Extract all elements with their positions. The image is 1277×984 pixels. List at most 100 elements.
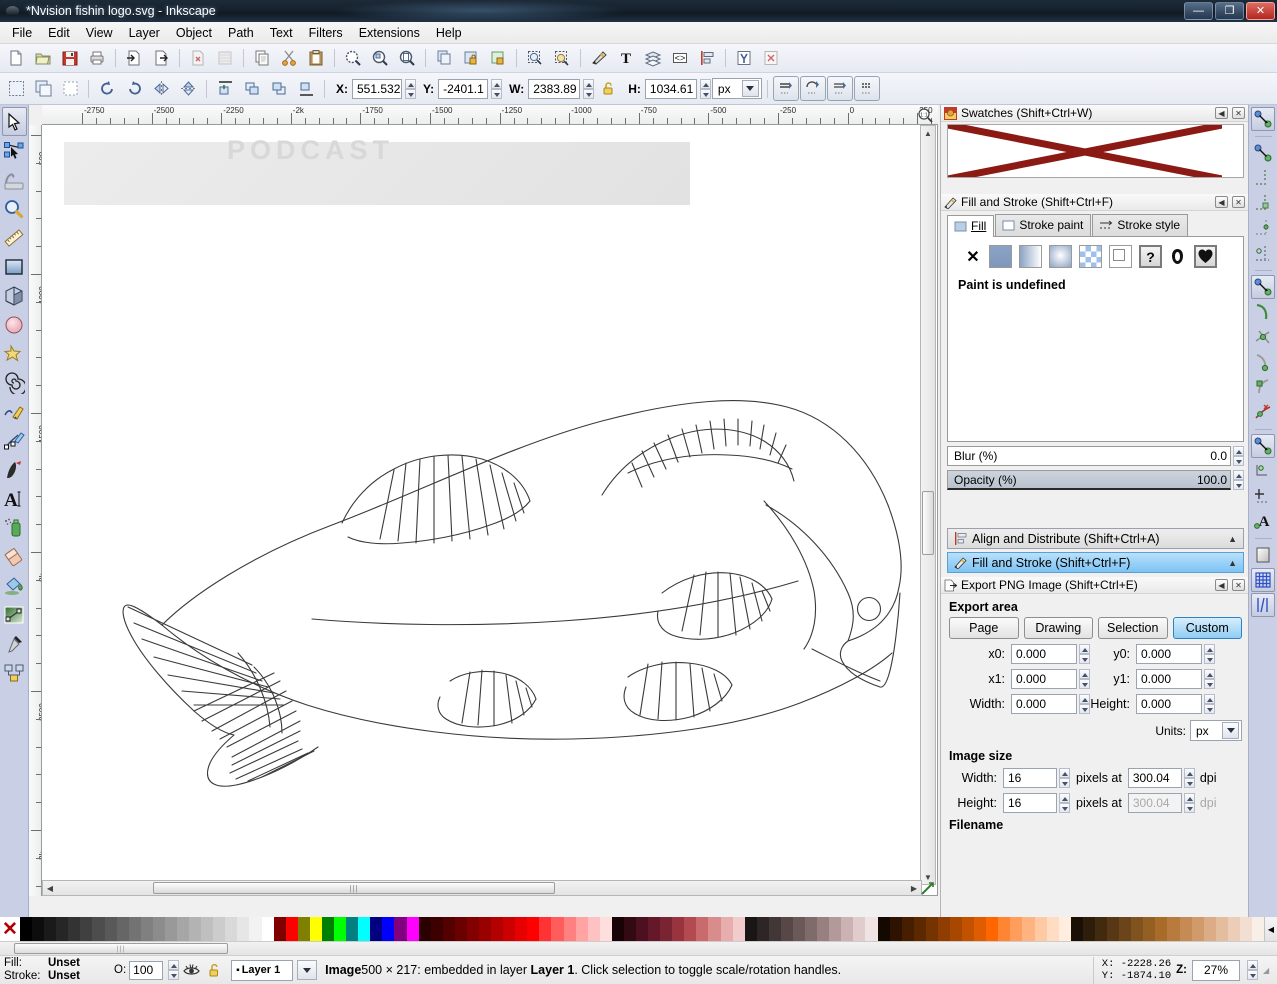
palette-swatch[interactable] xyxy=(599,917,612,941)
palette-swatch[interactable] xyxy=(877,917,890,941)
import-icon[interactable] xyxy=(121,46,147,71)
snap-grid-icon[interactable] xyxy=(1251,568,1275,592)
pencil-tool[interactable] xyxy=(2,397,27,426)
fill-stroke-collapse-button[interactable]: ◀ xyxy=(1215,196,1228,208)
export-height-spinner[interactable] xyxy=(1204,694,1215,714)
units-select[interactable]: px xyxy=(711,78,762,99)
swatch-no-color-preview[interactable] xyxy=(947,124,1244,178)
paint-bucket-tool[interactable] xyxy=(2,571,27,600)
palette-swatch[interactable] xyxy=(20,917,33,941)
export-collapse-button[interactable]: ◀ xyxy=(1215,579,1228,591)
tab-fill[interactable]: Fill xyxy=(947,215,995,237)
resize-grip-icon[interactable]: ◢ xyxy=(1263,966,1273,975)
palette-swatch[interactable] xyxy=(1215,917,1228,941)
text-tool-icon[interactable]: T xyxy=(613,46,639,71)
chevron-up-icon[interactable]: ▲ xyxy=(1228,558,1237,568)
zoom-1to1-icon[interactable]: 1:1 xyxy=(916,106,934,124)
palette-swatch[interactable] xyxy=(321,917,335,941)
snap-object-center-icon[interactable] xyxy=(1251,459,1275,483)
select-all-in-layers-icon[interactable] xyxy=(30,76,56,101)
text-tool[interactable]: A xyxy=(2,484,27,513)
zoom-tool[interactable] xyxy=(2,194,27,223)
palette-swatch[interactable] xyxy=(346,917,359,941)
fill-stroke-icon[interactable] xyxy=(586,46,612,71)
export-x1-input[interactable]: 0.000 xyxy=(1011,669,1077,689)
palette-swatch[interactable] xyxy=(756,917,769,941)
layer-lock-open-icon[interactable] xyxy=(203,962,225,978)
minimize-button[interactable]: — xyxy=(1184,2,1213,20)
undo-icon[interactable] xyxy=(185,46,211,71)
palette-swatch[interactable] xyxy=(817,917,830,941)
flip-vertical-icon[interactable] xyxy=(175,76,201,101)
palette-swatch[interactable] xyxy=(708,917,721,941)
export-height-input[interactable]: 0.000 xyxy=(1136,694,1202,714)
palette-swatch[interactable] xyxy=(273,917,286,941)
affect-rounded-corners-icon[interactable] xyxy=(799,76,826,101)
palette-swatch[interactable] xyxy=(152,917,165,941)
palette-swatch[interactable] xyxy=(466,917,479,941)
export-width-spinner[interactable] xyxy=(1079,694,1090,714)
image-width-input[interactable]: 16 xyxy=(1003,768,1057,788)
gradient-tool[interactable] xyxy=(2,600,27,629)
object-transform-icon[interactable] xyxy=(549,46,575,71)
canvas-corner-guide-icon[interactable] xyxy=(918,879,936,897)
palette-swatch[interactable] xyxy=(478,917,492,941)
tab-stroke-style[interactable]: Stroke style xyxy=(1092,214,1189,236)
w-input[interactable]: 2383.89 xyxy=(528,78,581,99)
palette-swatch[interactable] xyxy=(213,917,226,941)
palette-swatch[interactable] xyxy=(1239,917,1252,941)
palette-swatch[interactable] xyxy=(853,917,866,941)
palette-swatch[interactable] xyxy=(805,917,818,941)
palette-swatch[interactable] xyxy=(261,917,274,941)
palette-swatch[interactable] xyxy=(998,917,1011,941)
palette-swatch[interactable] xyxy=(249,917,262,941)
palette-none-swatch[interactable]: ✕ xyxy=(0,917,20,941)
snap-bbox-corner-icon[interactable] xyxy=(1251,191,1275,215)
tweak-tool[interactable] xyxy=(2,165,27,194)
y-spinner[interactable] xyxy=(491,78,503,99)
palette-swatch[interactable] xyxy=(635,917,649,941)
layers-icon[interactable] xyxy=(640,46,666,71)
zoom-drawing-icon[interactable] xyxy=(367,46,393,71)
palette-swatch[interactable] xyxy=(575,917,588,941)
box3d-tool[interactable] xyxy=(2,281,27,310)
palette-swatch[interactable] xyxy=(189,917,202,941)
zoom-spinner[interactable] xyxy=(1247,960,1258,980)
new-document-icon[interactable] xyxy=(3,46,29,71)
star-tool[interactable] xyxy=(2,339,27,368)
export-units-select[interactable]: px xyxy=(1190,720,1242,741)
menu-text[interactable]: Text xyxy=(262,24,301,42)
snap-text-baseline-icon[interactable]: A xyxy=(1251,509,1275,533)
open-document-icon[interactable] xyxy=(30,46,56,71)
palette-swatch[interactable] xyxy=(454,917,467,941)
menu-extensions[interactable]: Extensions xyxy=(351,24,428,42)
palette-swatch[interactable] xyxy=(370,917,383,941)
palette-swatch[interactable] xyxy=(563,917,576,941)
fill-stroke-indicator[interactable]: Fill: Unset Stroke: Unset xyxy=(0,957,110,983)
calligraphy-tool[interactable] xyxy=(2,455,27,484)
menu-view[interactable]: View xyxy=(78,24,121,42)
palette-swatch[interactable] xyxy=(841,917,854,941)
palette-swatch[interactable] xyxy=(793,917,806,941)
zoom-selection-icon[interactable] xyxy=(340,46,366,71)
blur-slider[interactable]: Blur (%) 0.0 xyxy=(947,446,1231,466)
rectangle-tool[interactable] xyxy=(2,252,27,281)
palette-swatch[interactable] xyxy=(551,917,564,941)
export-area-page-button[interactable]: Page xyxy=(949,617,1019,639)
x-spinner[interactable] xyxy=(405,78,416,99)
palette-swatch[interactable] xyxy=(164,917,178,941)
snap-rotation-center-icon[interactable] xyxy=(1251,484,1275,508)
lock-open-icon[interactable] xyxy=(595,76,621,101)
canvas-horizontal-scrollbar[interactable]: ◀ ||| ▶ xyxy=(42,880,922,896)
palette-colors[interactable] xyxy=(20,917,1265,941)
palette-swatch[interactable] xyxy=(913,917,926,941)
palette-swatch[interactable] xyxy=(237,917,250,941)
export-x0-input[interactable]: 0.000 xyxy=(1011,644,1077,664)
palette-swatch[interactable] xyxy=(394,917,407,941)
palette-swatch[interactable] xyxy=(986,917,999,941)
spray-tool[interactable] xyxy=(2,513,27,542)
drawing-canvas[interactable]: PODCAST xyxy=(42,125,938,896)
palette-swatch[interactable] xyxy=(285,917,298,941)
vertical-ruler[interactable]: 500 1000 1500 2k 2500 3k xyxy=(29,125,42,896)
palette-swatch[interactable] xyxy=(889,917,902,941)
